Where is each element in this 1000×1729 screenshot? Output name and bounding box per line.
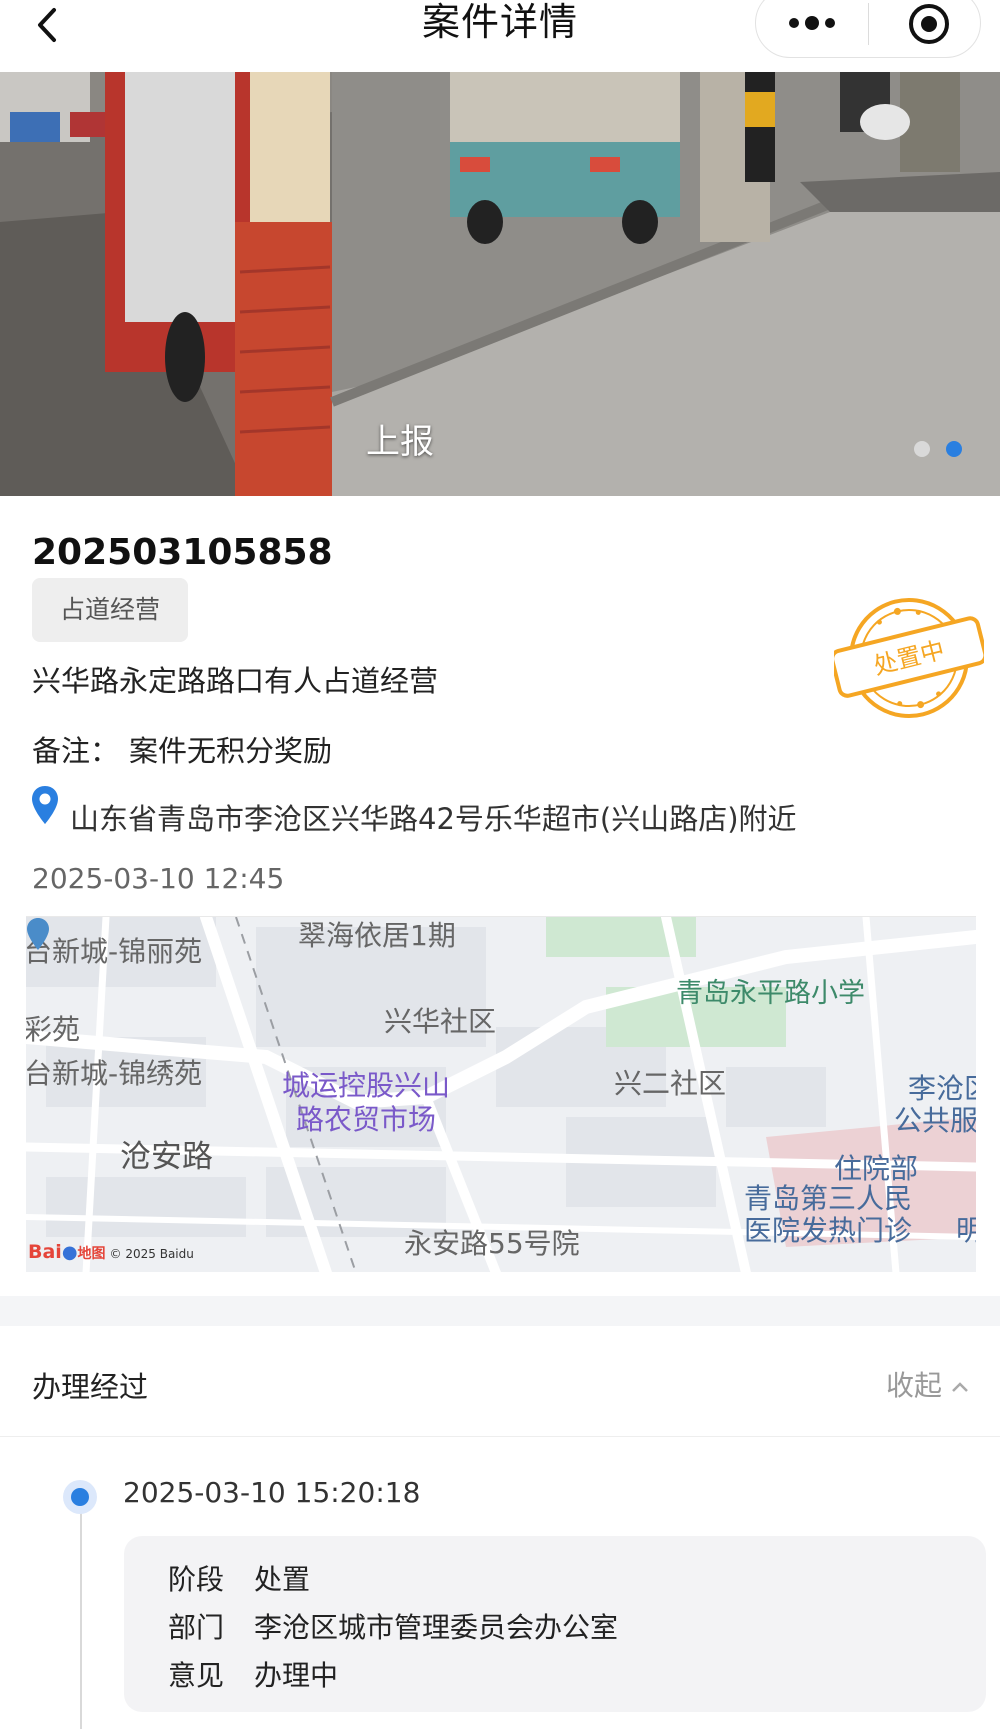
map-label: 彩苑 [26,1013,81,1046]
map-label-line: 城运控股兴山 [282,1069,451,1102]
step-dept-label: 部门 [168,1611,225,1644]
step-opinion-value: 办理中 [254,1659,339,1692]
map-label: 青岛永平路小学 [676,978,865,1009]
remark-label: 备注： [32,734,120,768]
collapse-label: 收起 [886,1369,943,1402]
case-number: 202503105858 [32,532,333,573]
step-stage-row: 阶段 处置 [168,1558,310,1598]
status-stamp: 处置中 [834,598,984,718]
map-label: 台新城-锦绣苑 [26,1057,203,1090]
map-road-label: 沧安路 [120,1139,213,1175]
carousel-dot-active[interactable] [946,441,962,457]
photo-caption: 上报 [366,422,434,462]
location-map[interactable]: 翠海依居1期 台新城-锦丽苑 青岛永平路小学 兴华社区 彩苑 台新城-锦绣苑 城… [26,916,976,1272]
baidu-paw-icon: ● [61,1242,78,1263]
collapse-toggle[interactable]: 收起 [886,1364,970,1404]
more-button[interactable] [784,3,840,43]
map-label-poi: 李沧区 公共服务 [894,1073,976,1137]
close-mini-program-button[interactable] [904,0,954,49]
map-marker-icon [27,918,49,950]
chevron-up-icon [952,1382,968,1392]
case-datetime: 2025-03-10 12:45 [32,862,285,895]
step-dept-row: 部门 李沧区城市管理委员会办公室 [168,1606,618,1646]
location-pin-icon [32,786,58,824]
divider [0,1436,1000,1437]
step-stage-label: 阶段 [168,1563,225,1596]
map-label-line: 医院发热门诊 [744,1214,913,1247]
case-address: 山东省青岛市李沧区兴华路42号乐华超市(兴山路店)附近 [70,802,797,836]
step-opinion-row: 意见 办理中 [168,1654,338,1694]
step-opinion-label: 意见 [168,1659,225,1692]
map-label: 兴华社区 [384,1005,497,1038]
capsule-divider [868,3,869,45]
map-label-line: 公共服务 [894,1104,976,1137]
timeline-dot [63,1480,97,1514]
map-label: 翠海依居1期 [298,919,456,952]
remark-value: 案件无积分奖励 [129,734,333,768]
map-label: 明 [956,1215,976,1247]
target-icon [909,4,949,44]
case-remark: 备注： 案件无积分奖励 [32,728,332,770]
case-photo [0,72,1000,496]
process-step-card: 阶段 处置 部门 李沧区城市管理委员会办公室 意见 办理中 [124,1536,986,1712]
map-label: 兴二社区 [614,1067,727,1100]
process-section-title: 办理经过 [32,1370,149,1404]
step-dept-value: 李沧区城市管理委员会办公室 [254,1611,619,1644]
map-label-line: 李沧区 [908,1072,976,1105]
photo-carousel[interactable]: 上报 [0,72,1000,496]
baidu-map-logo: Bai●地图 © 2025 Baidu [28,1241,194,1263]
mini-program-capsule [755,0,981,58]
map-copyright: © 2025 Baidu [109,1247,194,1261]
map-label-poi: 城运控股兴山 路农贸市场 [282,1069,450,1137]
map-label-poi: 青岛第三人民 医院发热门诊 [744,1183,912,1247]
map-label-line: 青岛第三人民 [744,1182,913,1215]
step-time: 2025-03-10 15:20:18 [123,1476,421,1509]
nav-bar: 案件详情 [0,0,1000,72]
more-dots-icon [789,16,835,30]
carousel-dot[interactable] [914,441,930,457]
map-label: 台新城-锦丽苑 [26,935,203,968]
map-label: 永安路55号院 [404,1227,580,1260]
section-gap [0,1296,1000,1326]
step-stage-value: 处置 [254,1563,311,1596]
category-tag: 占道经营 [32,578,188,642]
timeline-line [80,1500,82,1729]
case-description: 兴华路永定路路口有人占道经营 [32,664,439,698]
map-label: 住院部 [834,1152,919,1185]
map-label-line: 路农贸市场 [296,1103,437,1136]
